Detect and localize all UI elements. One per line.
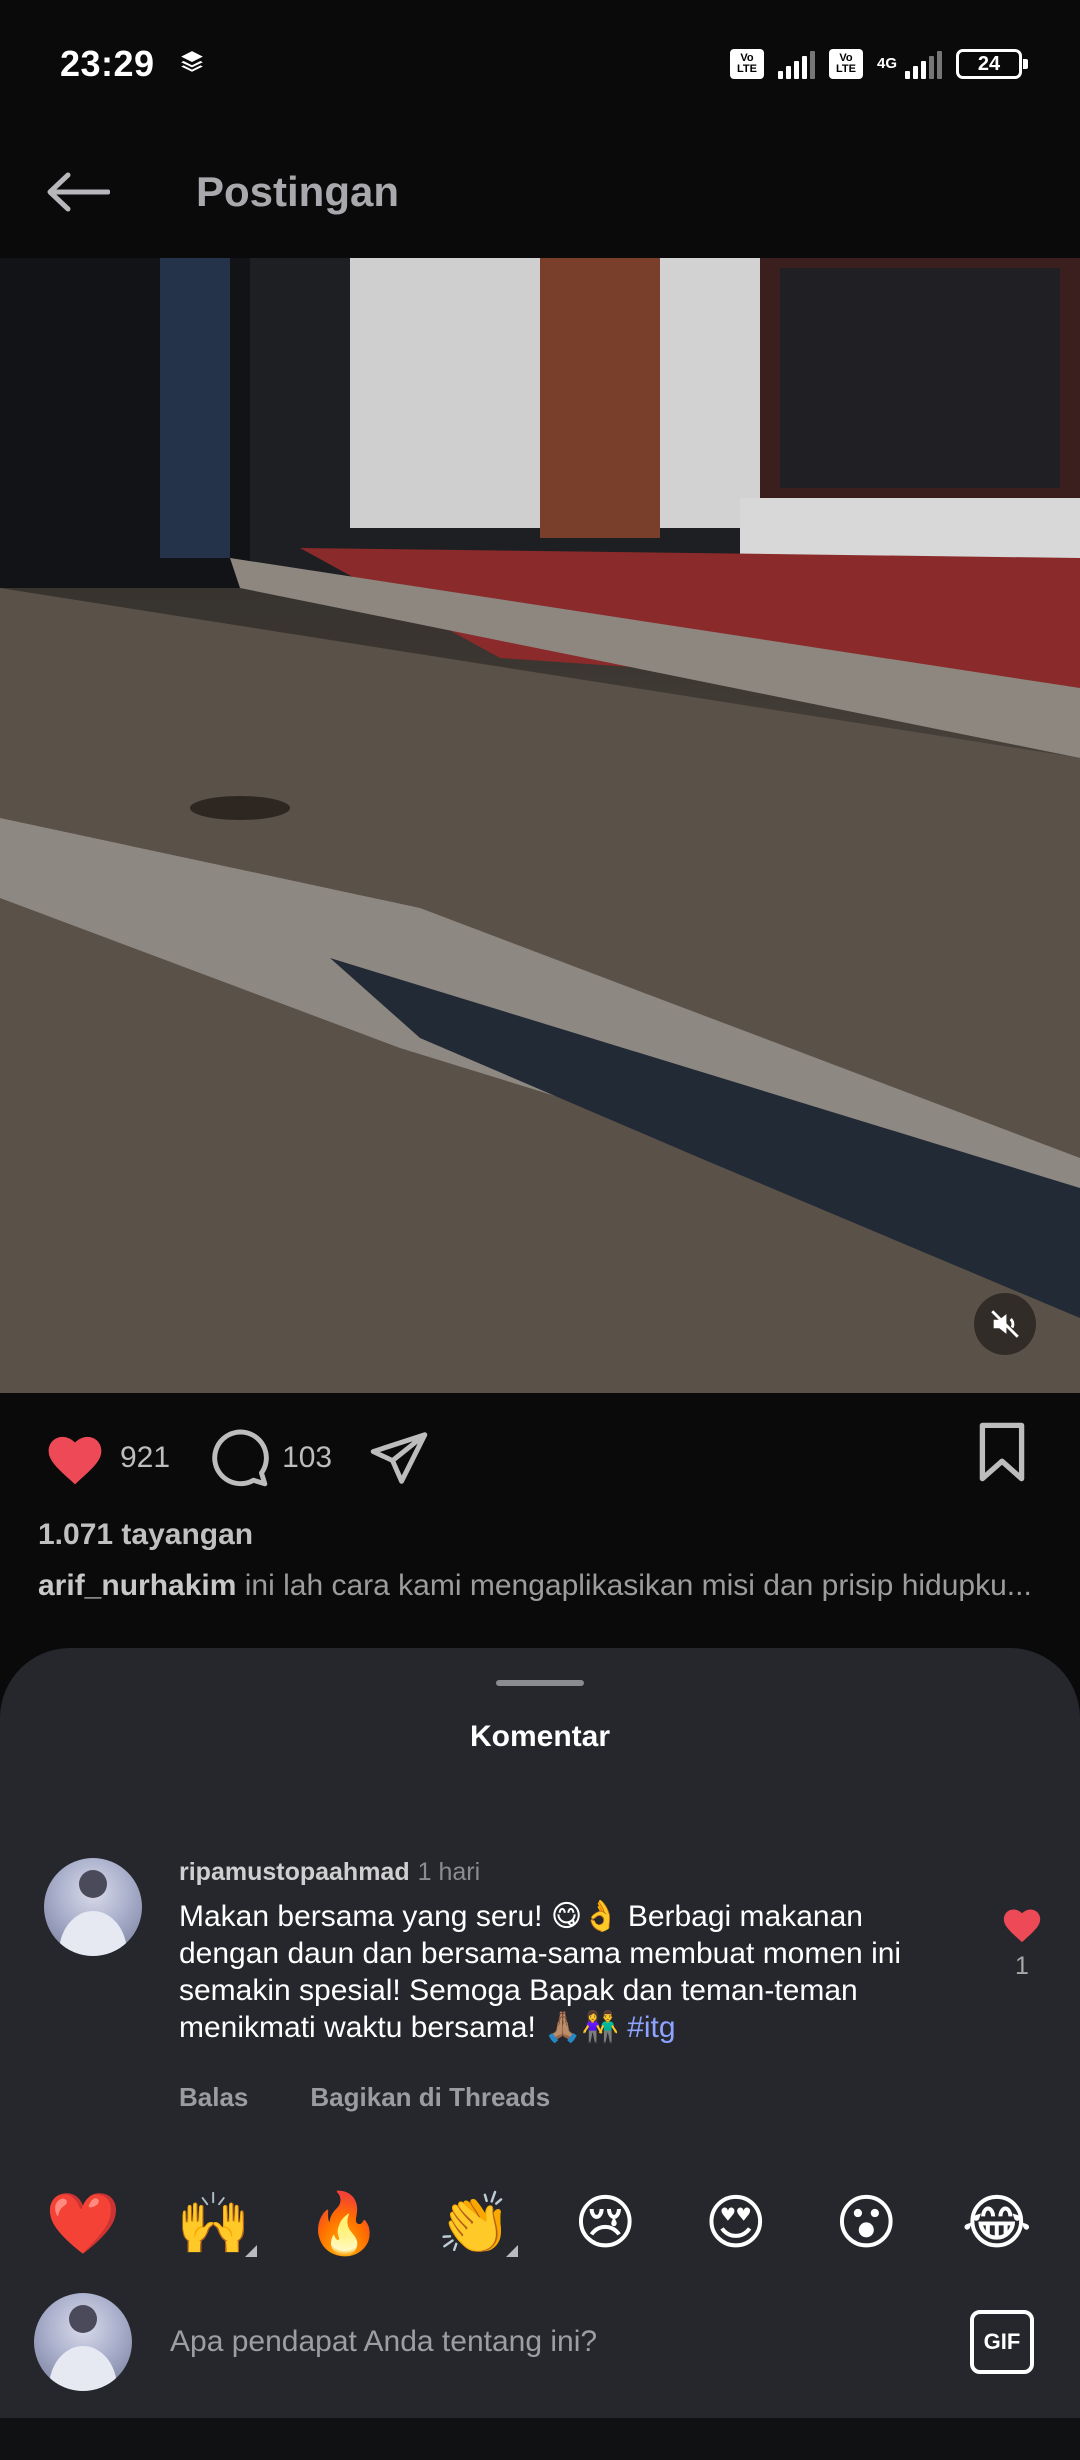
drag-handle[interactable] <box>496 1680 584 1686</box>
post-video[interactable] <box>0 258 1080 1393</box>
comment-hashtag[interactable]: #itg <box>627 2011 675 2044</box>
person-photo <box>49 2305 117 2391</box>
my-avatar <box>34 2293 132 2391</box>
comment-action[interactable]: 103 <box>208 1427 332 1489</box>
emoji-laughing[interactable]: 😂 <box>952 2188 1042 2258</box>
battery-icon: 24 <box>956 49 1028 79</box>
comment-composer: GIF <box>0 2286 1080 2398</box>
emoji-crying[interactable]: 😢 <box>560 2188 650 2258</box>
speaker-muted-icon <box>991 1310 1019 1338</box>
page-title: Postingan <box>196 168 400 215</box>
status-bar: 23:29 Vo LTE Vo LTE 4G 24 <box>0 0 1080 128</box>
commenter-avatar[interactable] <box>44 1858 142 1956</box>
comment-username[interactable]: ripamustopaahmad <box>179 1858 410 1886</box>
person-photo <box>59 1870 127 1956</box>
comments-sheet: Komentar ripamustopaahmad 1 hari Makan be… <box>0 1648 1080 2418</box>
like-count: 921 <box>120 1441 171 1474</box>
status-time: 23:29 <box>60 43 155 84</box>
video-frame <box>0 258 1080 1393</box>
post-actions: 921 103 <box>0 1393 1080 1523</box>
comment-header: ripamustopaahmad 1 hari <box>179 1858 480 1887</box>
comment-body: Makan bersama yang seru! 😋👌 Berbagi maka… <box>179 1898 949 2046</box>
share-action[interactable] <box>368 1427 430 1489</box>
like-action[interactable]: 921 <box>42 1429 170 1487</box>
comment-count: 103 <box>282 1441 333 1474</box>
save-button[interactable] <box>974 1421 1030 1488</box>
caption-text: ini lah cara kami mengaplikasikan misi d… <box>244 1569 1032 1602</box>
signal-icon <box>777 49 815 79</box>
network-type: 4G <box>876 55 897 72</box>
sheet-title: Komentar <box>469 1720 611 1753</box>
comment-bubble-icon <box>212 1429 269 1487</box>
layers-icon <box>179 49 205 80</box>
post-caption: arif_nurhakim ini lah cara kami mengapli… <box>38 1564 1038 1608</box>
emoji-raised-hands[interactable]: 🙌 <box>169 2188 259 2259</box>
emoji-heart-eyes[interactable]: 😍 <box>691 2188 781 2258</box>
top-bar: Postingan <box>0 128 1080 256</box>
emoji-clap[interactable]: 👏 <box>430 2188 520 2259</box>
reply-button[interactable]: Balas <box>179 2082 248 2113</box>
status-right: Vo LTE Vo LTE 4G 24 <box>729 49 1028 79</box>
bookmark-icon <box>979 1422 1025 1482</box>
view-count: 1.071 tayangan <box>38 1518 254 1551</box>
heart-filled-icon <box>48 1436 102 1485</box>
gif-button[interactable]: GIF <box>970 2310 1034 2374</box>
volte-icon-2: Vo LTE <box>828 49 863 79</box>
send-icon <box>370 1432 428 1484</box>
comment-input[interactable] <box>170 2325 950 2359</box>
comment-like-button[interactable]: 1 <box>992 1904 1052 1981</box>
status-left: 23:29 <box>60 43 205 85</box>
back-button[interactable] <box>38 152 118 232</box>
share-threads-button[interactable]: Bagikan di Threads <box>310 2082 550 2113</box>
comment-like-count: 1 <box>1015 1952 1029 1980</box>
emoji-reactions: ❤️ 🙌 🔥 👏 😢 😍 😮 😂 <box>0 2178 1080 2268</box>
signal-icon-2 <box>905 49 942 79</box>
comment-time: 1 hari <box>417 1858 481 1886</box>
comment-actions: Balas Bagikan di Threads <box>179 2082 550 2113</box>
volte-icon: Vo LTE <box>729 49 764 79</box>
arrow-left-icon <box>47 172 110 212</box>
comment-text: Makan bersama yang seru! 😋👌 Berbagi maka… <box>179 1900 902 2044</box>
mute-button[interactable] <box>974 1293 1036 1355</box>
heart-filled-icon <box>1003 1909 1041 1943</box>
caption-author[interactable]: arif_nurhakim <box>38 1569 236 1602</box>
system-nav-bar <box>0 2418 1080 2460</box>
emoji-fire[interactable]: 🔥 <box>299 2188 389 2259</box>
emoji-surprised[interactable]: 😮 <box>821 2188 911 2258</box>
emoji-heart[interactable]: ❤️ <box>38 2188 128 2259</box>
